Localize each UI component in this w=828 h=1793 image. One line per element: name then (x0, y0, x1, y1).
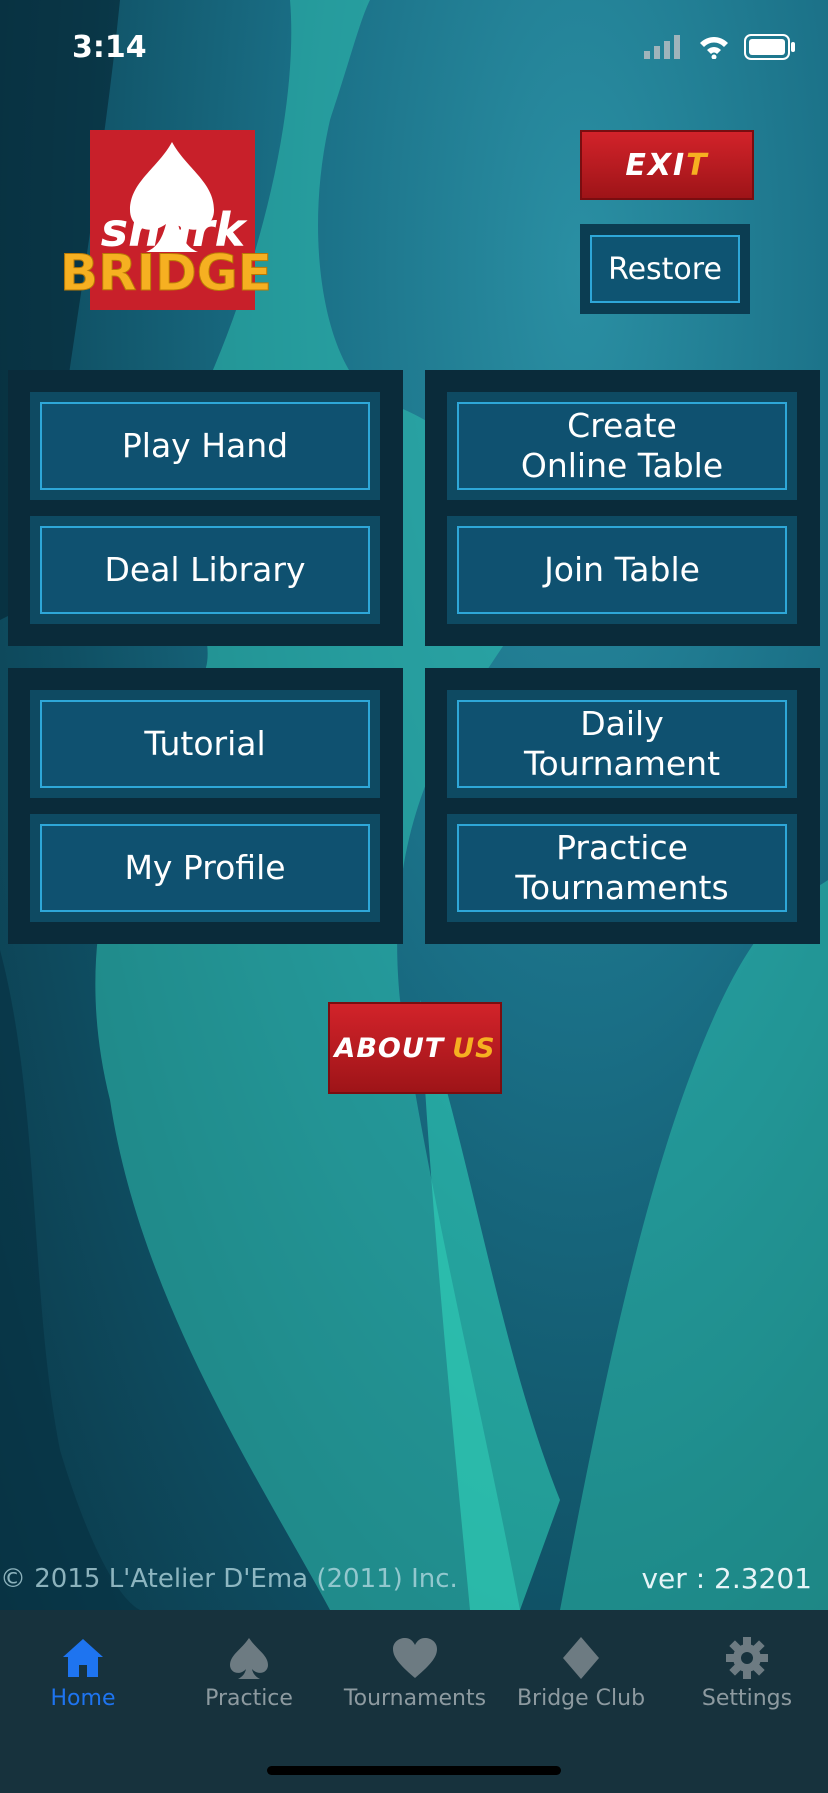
tab-bridge-club[interactable]: Bridge Club (498, 1630, 664, 1720)
heart-icon (393, 1638, 437, 1678)
home-icon (63, 1639, 103, 1677)
restore-button-frame: Restore (580, 224, 750, 314)
join-table-button[interactable]: Join Table (447, 516, 797, 624)
status-icons (644, 34, 796, 60)
tab-home[interactable]: Home (0, 1630, 166, 1720)
tab-tournaments-label: Tournaments (343, 1686, 487, 1711)
about-label-part1: ABOUT (334, 1032, 445, 1064)
about-label-part2: US (452, 1032, 496, 1064)
exit-label-part2: T (686, 147, 709, 183)
my-profile-button[interactable]: My Profile (30, 814, 380, 922)
tab-settings[interactable]: Settings (664, 1630, 828, 1720)
spade-icon (230, 1638, 268, 1679)
practice-tournaments-label: Practice Tournaments (457, 824, 787, 912)
practice-tournaments-button[interactable]: Practice Tournaments (447, 814, 797, 922)
battery-icon (744, 34, 795, 60)
logo-text-bridge: BRIDGE (60, 244, 272, 302)
menu-group-learn: Tutorial My Profile (8, 668, 403, 944)
gear-icon (726, 1637, 768, 1679)
tab-bridge-club-label: Bridge Club (516, 1686, 646, 1711)
copyright-text: © 2015 L'Atelier D'Ema (2011) Inc. (0, 1564, 458, 1594)
tab-practice[interactable]: Practice (166, 1630, 332, 1720)
menu-group-tournaments: Daily Tournament Practice Tournaments (425, 668, 820, 944)
wifi-icon (700, 37, 728, 59)
about-us-button[interactable]: ABOUT US (328, 1002, 502, 1094)
tutorial-button[interactable]: Tutorial (30, 690, 380, 798)
join-table-label: Join Table (457, 526, 787, 614)
home-screen: 3:14 shark BRIDGE EXI T Restore Play Han… (0, 0, 828, 1793)
tutorial-label: Tutorial (40, 700, 370, 788)
deal-library-label: Deal Library (40, 526, 370, 614)
play-hand-label: Play Hand (40, 402, 370, 490)
menu-group-online: Create Online Table Join Table (425, 370, 820, 646)
version-text: ver : 2.3201 (641, 1562, 812, 1595)
exit-button[interactable]: EXI T (580, 130, 754, 200)
sharkbridge-logo: shark BRIDGE (60, 130, 272, 310)
create-online-table-button[interactable]: Create Online Table (447, 392, 797, 500)
status-time: 3:14 (72, 30, 147, 65)
signal-icon (644, 35, 680, 59)
tab-tournaments[interactable]: Tournaments (332, 1630, 498, 1720)
exit-label-part1: EXI (625, 147, 687, 183)
deal-library-button[interactable]: Deal Library (30, 516, 380, 624)
tab-settings-label: Settings (701, 1686, 793, 1711)
diamond-icon (563, 1637, 599, 1679)
create-online-table-label: Create Online Table (457, 402, 787, 490)
tab-home-label: Home (50, 1686, 116, 1711)
status-bar: 3:14 (0, 0, 828, 100)
home-indicator[interactable] (267, 1766, 561, 1775)
menu-group-play: Play Hand Deal Library (8, 370, 403, 646)
daily-tournament-button[interactable]: Daily Tournament (447, 690, 797, 798)
play-hand-button[interactable]: Play Hand (30, 392, 380, 500)
restore-button[interactable]: Restore (590, 235, 740, 303)
my-profile-label: My Profile (40, 824, 370, 912)
tab-practice-label: Practice (205, 1686, 293, 1711)
daily-tournament-label: Daily Tournament (457, 700, 787, 788)
